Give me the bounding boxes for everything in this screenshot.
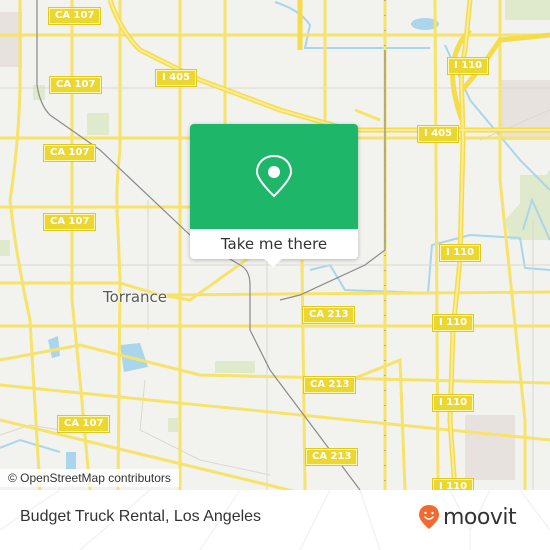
road-shield-ca107: CA 107 — [42, 213, 97, 231]
location-popup[interactable]: Take me there — [190, 124, 358, 267]
road-shield-ca107: CA 107 — [48, 76, 103, 94]
popup-header — [190, 124, 358, 229]
road-shield-i110: I 110 — [446, 57, 490, 75]
moovit-smile-pin-icon — [419, 505, 439, 529]
road-shield-ca107: CA 107 — [47, 7, 102, 25]
place-label-torrance: Torrance — [103, 288, 168, 306]
road-shield-i110: I 110 — [431, 478, 475, 490]
map-attribution[interactable]: © OpenStreetMap contributors — [0, 469, 179, 487]
road-shield-ca107: CA 107 — [56, 415, 111, 433]
map-view[interactable]: Torrance CA 107 I 405 I 110 CA 107 I 405… — [0, 0, 550, 490]
map-pin-icon — [255, 154, 293, 198]
moovit-logo[interactable]: moovit — [418, 504, 517, 530]
road-shield-i110: I 110 — [438, 244, 482, 262]
road-shield-ca107: CA 107 — [42, 144, 97, 162]
road-shield-i110: I 110 — [431, 314, 475, 332]
location-title: Budget Truck Rental, Los Angeles — [20, 508, 262, 525]
road-shield-ca213: CA 213 — [304, 448, 359, 466]
road-shield-i110: I 110 — [431, 394, 475, 412]
take-me-there-button[interactable]: Take me there — [190, 229, 358, 259]
road-shield-ca213: CA 213 — [302, 376, 357, 394]
footer-bar: Budget Truck Rental, Los Angeles moovit — [0, 490, 550, 550]
road-shield-i405: I 405 — [416, 125, 460, 143]
road-shield-ca213: CA 213 — [301, 306, 356, 324]
road-shield-i405: I 405 — [154, 69, 198, 87]
popup-pointer — [262, 257, 284, 267]
moovit-wordmark: moovit — [443, 504, 517, 530]
